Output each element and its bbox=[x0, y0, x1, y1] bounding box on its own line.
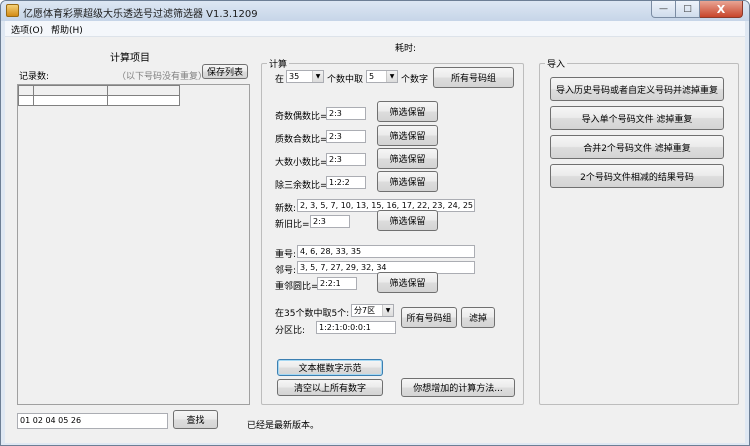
app-icon bbox=[6, 4, 19, 17]
odd-even-label: 奇数偶数比= bbox=[275, 112, 328, 122]
clear-all-button[interactable]: 清空以上所有数字 bbox=[277, 379, 383, 396]
import-group-title: 导入 bbox=[545, 57, 568, 70]
pick-count-value: 5 bbox=[369, 72, 375, 81]
close-button[interactable]: X bbox=[700, 1, 743, 18]
mod3-input[interactable]: 1:2:2 bbox=[326, 176, 366, 189]
big-small-input[interactable]: 2:3 bbox=[326, 153, 366, 166]
merge-files-button[interactable]: 合并2个号码文件 滤掉重复 bbox=[550, 135, 724, 159]
repeat-adjacent-input[interactable]: 2:2:1 bbox=[317, 277, 357, 290]
elapsed-label: 耗时: bbox=[395, 44, 417, 54]
grid-header-row bbox=[18, 85, 180, 96]
search-input[interactable]: 01 02 04 05 26 bbox=[17, 413, 168, 429]
odd-even-input[interactable]: 2:3 bbox=[326, 107, 366, 120]
import-single-file-button[interactable]: 导入单个号码文件 滤掉重复 bbox=[550, 106, 724, 130]
demo-numbers-button[interactable]: 文本框数字示范 bbox=[277, 359, 383, 376]
close-icon: X bbox=[716, 2, 726, 16]
window-controls: — □ X bbox=[651, 1, 743, 18]
grid-header-cell bbox=[33, 85, 108, 96]
subtract-files-button[interactable]: 2个号码文件相减的结果号码 bbox=[550, 164, 724, 188]
total-count-value: 35 bbox=[289, 72, 300, 81]
minimize-icon: — bbox=[659, 4, 668, 14]
window-title: 亿愿体育彩票超级大乐透选号过滤筛选器 V1.3.1209 bbox=[23, 9, 258, 20]
big-small-filter-button[interactable]: 筛选保留 bbox=[377, 148, 438, 169]
record-count-label: 记录数: bbox=[19, 72, 50, 82]
new-old-label: 新旧比= bbox=[275, 220, 310, 230]
maximize-button[interactable]: □ bbox=[676, 1, 700, 18]
grid-cell[interactable] bbox=[107, 95, 180, 106]
mod3-label: 除三余数比= bbox=[275, 181, 328, 191]
grid-cell[interactable] bbox=[33, 95, 108, 106]
zone-ratio-label: 分区比: bbox=[275, 326, 306, 336]
pick-count-select[interactable]: 5 ▼ bbox=[366, 70, 398, 83]
prime-composite-label: 质数合数比= bbox=[275, 135, 328, 145]
client-area: 选项(O) 帮助(H) 计算项目 记录数: （以下号码没有重复） 保存列表 01… bbox=[5, 21, 745, 443]
all-combos-button[interactable]: 所有号码组 bbox=[433, 67, 514, 88]
pick-prefix: 在 bbox=[275, 75, 285, 85]
zone-filter-button[interactable]: 滤掉 bbox=[461, 307, 495, 328]
no-duplicate-note: （以下号码没有重复） bbox=[117, 72, 208, 82]
app-window: 亿愿体育彩票超级大乐透选号过滤筛选器 V1.3.1209 — □ X 选项(O)… bbox=[0, 0, 750, 446]
dropdown-arrow-icon: ▼ bbox=[386, 71, 397, 82]
grid-row-header bbox=[18, 95, 34, 106]
calc-group-title: 计算 bbox=[267, 57, 290, 70]
add-method-button[interactable]: 你想增加的计算方法... bbox=[401, 378, 515, 397]
total-count-select[interactable]: 35 ▼ bbox=[286, 70, 324, 83]
prime-composite-input[interactable]: 2:3 bbox=[326, 130, 366, 143]
adjacent-numbers-label: 邻号: bbox=[275, 266, 297, 276]
repeat-numbers-label: 重号: bbox=[275, 250, 297, 260]
menu-help[interactable]: 帮助(H) bbox=[51, 23, 83, 36]
zone-all-combos-button[interactable]: 所有号码组 bbox=[401, 307, 457, 328]
grid-row[interactable] bbox=[18, 95, 180, 106]
pick-suffix: 个数字 bbox=[401, 75, 429, 85]
search-button[interactable]: 查找 bbox=[173, 410, 218, 429]
mod3-filter-button[interactable]: 筛选保留 bbox=[377, 171, 438, 192]
grid-corner-cell bbox=[18, 85, 34, 96]
big-small-label: 大数小数比= bbox=[275, 158, 328, 168]
dropdown-arrow-icon: ▼ bbox=[382, 305, 393, 316]
record-list[interactable] bbox=[17, 84, 250, 405]
menu-options[interactable]: 选项(O) bbox=[11, 23, 43, 36]
calc-items-title: 计算项目 bbox=[110, 53, 150, 64]
zone-count-select[interactable]: 分7区 ▼ bbox=[351, 304, 394, 317]
odd-even-filter-button[interactable]: 筛选保留 bbox=[377, 101, 438, 122]
maximize-icon: □ bbox=[683, 4, 692, 14]
save-list-button[interactable]: 保存列表 bbox=[202, 64, 248, 79]
repeat-adjacent-filter-button[interactable]: 筛选保留 bbox=[377, 272, 438, 293]
new-old-filter-button[interactable]: 筛选保留 bbox=[377, 210, 438, 231]
zone-ratio-input[interactable]: 1:2:1:0:0:0:1 bbox=[316, 321, 396, 334]
new-old-input[interactable]: 2:3 bbox=[310, 215, 350, 228]
minimize-button[interactable]: — bbox=[651, 1, 676, 18]
menu-bar: 选项(O) 帮助(H) bbox=[5, 21, 745, 37]
repeat-numbers-input[interactable]: 4, 6, 28, 33, 35 bbox=[297, 245, 475, 258]
prime-composite-filter-button[interactable]: 筛选保留 bbox=[377, 125, 438, 146]
version-status: 已经是最新版本。 bbox=[247, 421, 320, 431]
dropdown-arrow-icon: ▼ bbox=[312, 71, 323, 82]
new-numbers-label: 新数: bbox=[275, 204, 297, 214]
import-history-button[interactable]: 导入历史号码或者自定义号码并滤掉重复 bbox=[550, 77, 724, 101]
record-grid bbox=[18, 85, 180, 106]
title-bar[interactable]: 亿愿体育彩票超级大乐透选号过滤筛选器 V1.3.1209 — □ X bbox=[1, 1, 749, 21]
zone-count-value: 分7区 bbox=[354, 306, 376, 315]
zone-prefix: 在35个数中取5个: bbox=[275, 309, 350, 319]
pick-middle: 个数中取 bbox=[327, 75, 364, 85]
grid-header-cell bbox=[107, 85, 180, 96]
repeat-adjacent-label: 重邻圆比= bbox=[275, 282, 319, 292]
